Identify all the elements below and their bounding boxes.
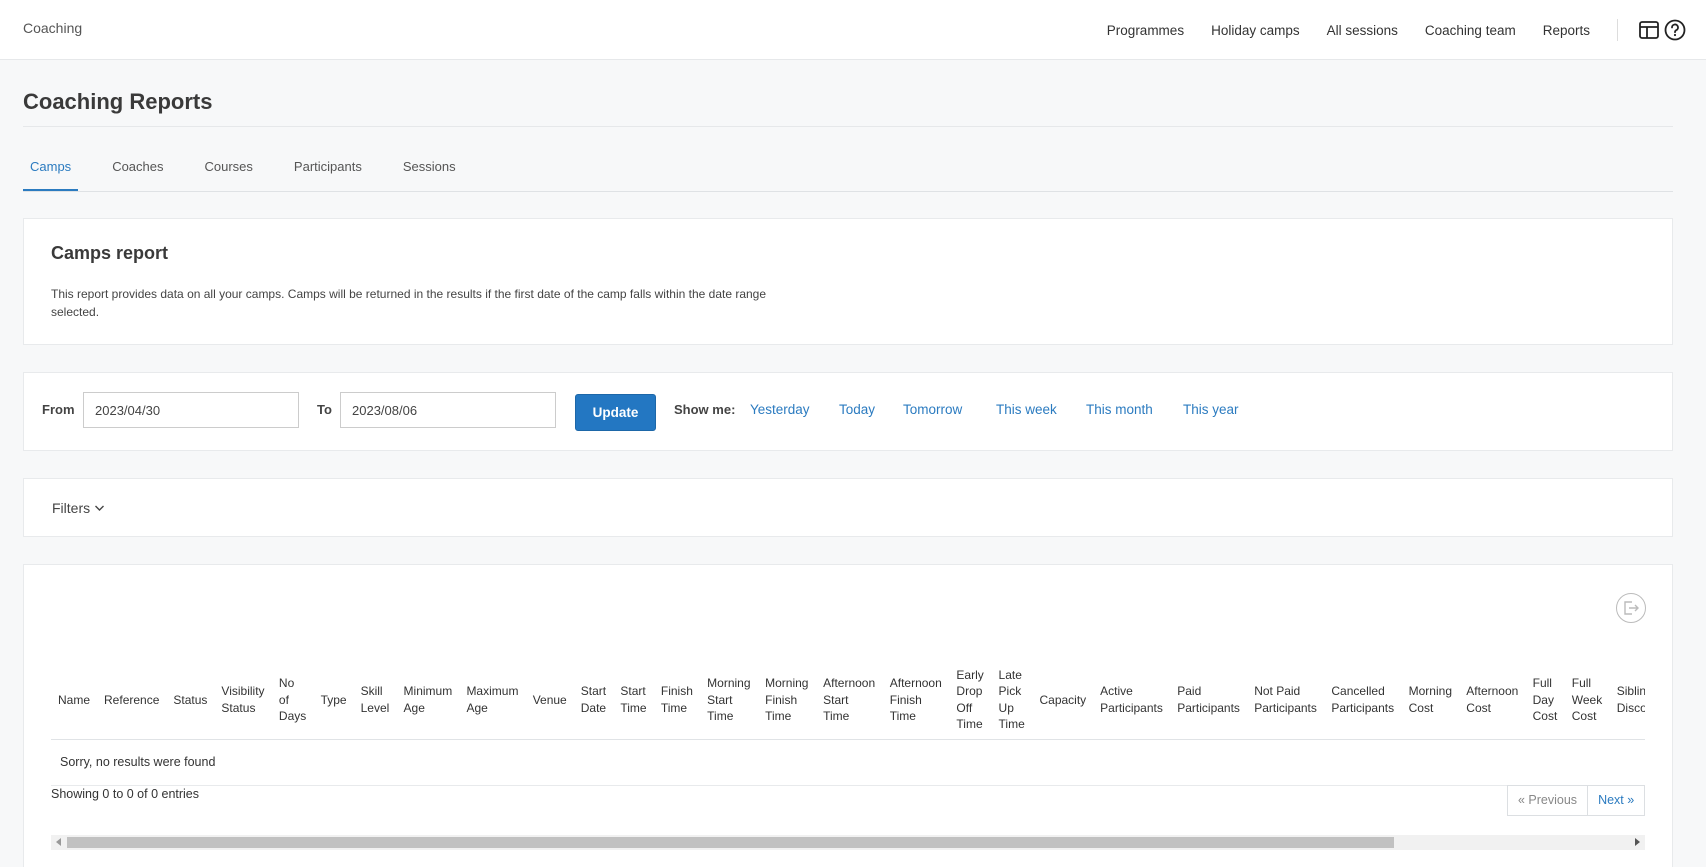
page-title: Coaching Reports bbox=[23, 89, 213, 114]
column-header[interactable]: Capacity bbox=[1032, 661, 1094, 740]
to-date-input[interactable] bbox=[340, 392, 556, 428]
quick-link-this-week[interactable]: This week bbox=[996, 402, 1057, 417]
update-button[interactable]: Update bbox=[575, 394, 656, 431]
column-header[interactable]: Sibling Discount bbox=[1609, 661, 1645, 740]
nav-programmes[interactable]: Programmes bbox=[1107, 23, 1184, 38]
column-header[interactable]: Status bbox=[166, 661, 215, 740]
quick-link-this-year[interactable]: This year bbox=[1183, 402, 1239, 417]
column-header[interactable]: Start Date bbox=[573, 661, 614, 740]
top-nav: Programmes Holiday camps All sessions Co… bbox=[1107, 0, 1706, 60]
next-page-button[interactable]: Next » bbox=[1588, 786, 1644, 815]
export-icon bbox=[1624, 601, 1639, 615]
column-header[interactable]: Finish Time bbox=[653, 661, 701, 740]
results-card: Name Reference Status Visibility Status … bbox=[23, 564, 1673, 867]
tab-courses[interactable]: Courses bbox=[198, 152, 260, 191]
from-date-input[interactable] bbox=[83, 392, 299, 428]
report-title: Camps report bbox=[51, 243, 169, 263]
brand-name[interactable]: Coaching bbox=[23, 20, 82, 36]
horizontal-scrollbar[interactable] bbox=[51, 835, 1645, 850]
column-header[interactable]: Full Week Cost bbox=[1564, 661, 1610, 740]
top-bar: Coaching Programmes Holiday camps All se… bbox=[0, 0, 1706, 60]
quick-link-yesterday[interactable]: Yesterday bbox=[750, 402, 810, 417]
table-scroll-area: Name Reference Status Visibility Status … bbox=[51, 661, 1645, 786]
column-header[interactable]: Morning Cost bbox=[1401, 661, 1460, 740]
tab-coaches[interactable]: Coaches bbox=[105, 152, 170, 191]
filters-card: Filters bbox=[23, 478, 1673, 537]
column-header[interactable]: Late Pick Up Time bbox=[991, 661, 1033, 740]
nav-coaching-team[interactable]: Coaching team bbox=[1425, 23, 1516, 38]
scroll-left-arrow[interactable] bbox=[56, 838, 61, 846]
quick-link-today[interactable]: Today bbox=[839, 402, 875, 417]
tab-participants[interactable]: Participants bbox=[287, 152, 369, 191]
quick-link-tomorrow[interactable]: Tomorrow bbox=[903, 402, 962, 417]
show-me-label: Show me: bbox=[674, 402, 736, 417]
chevron-down-icon bbox=[95, 505, 105, 511]
nav-all-sessions[interactable]: All sessions bbox=[1327, 23, 1398, 38]
column-header[interactable]: Afternoon Finish Time bbox=[882, 661, 950, 740]
filters-label: Filters bbox=[52, 500, 91, 516]
scroll-right-arrow[interactable] bbox=[1635, 838, 1640, 846]
column-header[interactable]: No of Days bbox=[271, 661, 314, 740]
column-header[interactable]: Reference bbox=[97, 661, 167, 740]
from-label: From bbox=[42, 402, 75, 417]
entries-summary: Showing 0 to 0 of 0 entries bbox=[51, 787, 200, 801]
column-header[interactable]: Type bbox=[313, 661, 354, 740]
column-header[interactable]: Afternoon Cost bbox=[1459, 661, 1526, 740]
column-header[interactable]: Skill Level bbox=[353, 661, 397, 740]
column-header[interactable]: Start Time bbox=[613, 661, 654, 740]
nav-reports[interactable]: Reports bbox=[1543, 23, 1590, 38]
previous-page-button[interactable]: « Previous bbox=[1508, 786, 1589, 815]
report-tabs: Camps Coaches Courses Participants Sessi… bbox=[23, 152, 1673, 192]
to-label: To bbox=[317, 402, 332, 417]
table-row: Sorry, no results were found bbox=[51, 739, 1645, 786]
window-icon[interactable] bbox=[1638, 19, 1660, 41]
column-header[interactable]: Morning Start Time bbox=[700, 661, 759, 740]
help-icon[interactable] bbox=[1664, 19, 1686, 41]
column-header[interactable]: Minimum Age bbox=[396, 661, 460, 740]
column-header[interactable]: Maximum Age bbox=[459, 661, 526, 740]
title-divider bbox=[23, 126, 1673, 127]
report-description: This report provides data on all your ca… bbox=[51, 287, 767, 319]
filters-toggle[interactable]: Filters bbox=[52, 500, 105, 516]
column-header[interactable]: Venue bbox=[525, 661, 574, 740]
tab-camps[interactable]: Camps bbox=[23, 152, 79, 191]
report-info-card: Camps report This report provides data o… bbox=[23, 218, 1673, 345]
empty-message: Sorry, no results were found bbox=[51, 739, 1645, 786]
column-header[interactable]: Morning Finish Time bbox=[758, 661, 817, 740]
column-header[interactable]: Full Day Cost bbox=[1525, 661, 1565, 740]
camps-table: Name Reference Status Visibility Status … bbox=[51, 661, 1645, 786]
pagination: « Previous Next » bbox=[1507, 785, 1646, 816]
nav-holiday-camps[interactable]: Holiday camps bbox=[1211, 23, 1300, 38]
tab-sessions[interactable]: Sessions bbox=[396, 152, 463, 191]
column-header[interactable]: Afternoon Start Time bbox=[816, 661, 883, 740]
date-range-card: From To Update Show me: Yesterday Today … bbox=[23, 372, 1673, 451]
quick-link-this-month[interactable]: This month bbox=[1086, 402, 1153, 417]
scrollbar-thumb[interactable] bbox=[67, 837, 1394, 848]
table-header-row: Name Reference Status Visibility Status … bbox=[51, 661, 1645, 740]
column-header[interactable]: Early Drop Off Time bbox=[949, 661, 992, 740]
column-header[interactable]: Name bbox=[51, 661, 98, 740]
column-header[interactable]: Active Participants bbox=[1093, 661, 1171, 740]
column-header[interactable]: Paid Participants bbox=[1170, 661, 1248, 740]
column-header[interactable]: Visibility Status bbox=[214, 661, 272, 740]
column-header[interactable]: Cancelled Participants bbox=[1324, 661, 1402, 740]
nav-divider bbox=[1617, 19, 1618, 41]
export-button[interactable] bbox=[1616, 593, 1646, 623]
column-header[interactable]: Not Paid Participants bbox=[1247, 661, 1325, 740]
